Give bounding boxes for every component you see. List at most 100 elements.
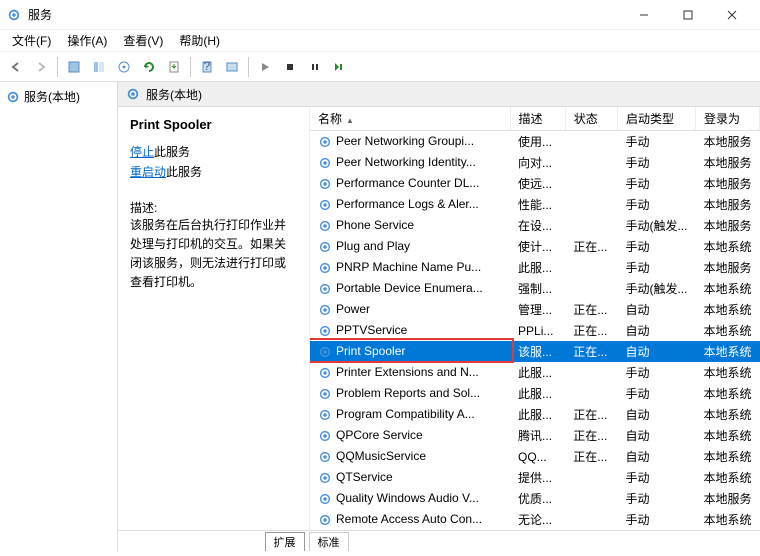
cell-name: Plug and Play <box>336 239 410 253</box>
cell-name: Power <box>336 302 370 316</box>
tab-standard[interactable]: 标准 <box>309 532 349 551</box>
cell-name: Phone Service <box>336 218 414 232</box>
table-row[interactable]: Peer Networking Groupi...使用...手动本地服务 <box>310 131 760 153</box>
column-name[interactable]: 名称▲ <box>310 107 510 131</box>
view-detail-button[interactable] <box>87 55 111 79</box>
cell-type: 手动(触发... <box>617 215 695 236</box>
forward-button[interactable] <box>29 55 53 79</box>
restart-link[interactable]: 重启动 <box>130 165 166 179</box>
cell-status: 正在... <box>565 446 617 467</box>
cell-desc: 性能... <box>510 194 565 215</box>
cell-logon: 本地服务 <box>695 152 759 173</box>
center-header: 服务(本地) <box>118 82 760 107</box>
table-row[interactable]: Plug and Play使计...正在...手动本地系统 <box>310 236 760 257</box>
cell-name: Portable Device Enumera... <box>336 281 483 295</box>
table-row[interactable]: PNRP Machine Name Pu...此服...手动本地服务 <box>310 257 760 278</box>
cell-type: 手动 <box>617 362 695 383</box>
tab-extended[interactable]: 扩展 <box>265 532 305 551</box>
cell-type: 手动 <box>617 257 695 278</box>
cell-name: Peer Networking Identity... <box>336 155 476 169</box>
table-row[interactable]: Quality Windows Audio V...优质...手动本地服务 <box>310 488 760 509</box>
service-list[interactable]: 名称▲ 描述 状态 启动类型 登录为 Peer Networking Group… <box>310 107 760 530</box>
table-row[interactable]: QPCore Service腾讯...正在...自动本地系统 <box>310 425 760 446</box>
menu-action[interactable]: 操作(A) <box>59 30 115 51</box>
back-button[interactable] <box>4 55 28 79</box>
description-label: 描述: <box>130 199 297 216</box>
refresh-button[interactable] <box>137 55 161 79</box>
center-pane: 服务(本地) Print Spooler 停止此服务 重启动此服务 描述: 该服… <box>118 82 760 552</box>
description-text: 该服务在后台执行打印作业并处理与打印机的交互。如果关闭该服务，则无法进行打印或查… <box>130 216 297 293</box>
column-desc[interactable]: 描述 <box>510 107 565 131</box>
cell-logon: 本地系统 <box>695 404 759 425</box>
cell-status <box>565 194 617 215</box>
cell-desc: QQ... <box>510 446 565 467</box>
cell-desc: 此服... <box>510 383 565 404</box>
cell-desc: 优质... <box>510 488 565 509</box>
cell-type: 自动 <box>617 320 695 341</box>
console-button[interactable] <box>220 55 244 79</box>
stop-button[interactable] <box>278 55 302 79</box>
cell-name: Remote Access Auto Con... <box>336 512 482 526</box>
export-button[interactable] <box>162 55 186 79</box>
cell-logon: 本地系统 <box>695 236 759 257</box>
cell-type: 手动 <box>617 194 695 215</box>
column-type[interactable]: 启动类型 <box>617 107 695 131</box>
table-row[interactable]: Peer Networking Identity...向对...手动本地服务 <box>310 152 760 173</box>
pause-button[interactable] <box>303 55 327 79</box>
svg-text:?: ? <box>204 60 211 73</box>
start-button[interactable] <box>253 55 277 79</box>
table-row[interactable]: PPTVServicePPLi...正在...自动本地系统 <box>310 320 760 341</box>
column-status[interactable]: 状态 <box>565 107 617 131</box>
cell-name: QPCore Service <box>336 428 423 442</box>
table-row[interactable]: Portable Device Enumera...强制...手动(触发...本… <box>310 278 760 299</box>
separator <box>248 57 249 77</box>
table-row[interactable]: QTService提供...手动本地系统 <box>310 467 760 488</box>
cell-type: 手动 <box>617 383 695 404</box>
cell-name: Performance Logs & Aler... <box>336 197 479 211</box>
cell-desc: 提供... <box>510 467 565 488</box>
service-actions: 停止此服务 重启动此服务 <box>130 142 297 183</box>
cell-status <box>565 488 617 509</box>
cell-logon: 本地系统 <box>695 320 759 341</box>
cell-type: 手动 <box>617 467 695 488</box>
cell-name: Printer Extensions and N... <box>336 365 479 379</box>
properties-button[interactable] <box>112 55 136 79</box>
cell-logon: 本地系统 <box>695 278 759 299</box>
table-row[interactable]: Phone Service在设...手动(触发...本地服务 <box>310 215 760 236</box>
column-logon[interactable]: 登录为 <box>695 107 759 131</box>
help-button[interactable]: ? <box>195 55 219 79</box>
cell-logon: 本地服务 <box>695 488 759 509</box>
service-name: Print Spooler <box>130 117 297 132</box>
table-row[interactable]: Program Compatibility A...此服...正在...自动本地… <box>310 404 760 425</box>
maximize-button[interactable] <box>666 0 710 29</box>
gear-icon <box>126 87 140 101</box>
menu-help[interactable]: 帮助(H) <box>171 30 228 51</box>
table-row[interactable]: QQMusicServiceQQ...正在...自动本地系统 <box>310 446 760 467</box>
cell-logon: 本地服务 <box>695 131 759 153</box>
cell-logon: 本地服务 <box>695 215 759 236</box>
cell-desc: 腾讯... <box>510 425 565 446</box>
table-row[interactable]: Problem Reports and Sol...此服...手动本地系统 <box>310 383 760 404</box>
view-large-button[interactable] <box>62 55 86 79</box>
tree-item-services-local[interactable]: 服务(本地) <box>2 86 115 107</box>
minimize-button[interactable] <box>622 0 666 29</box>
menu-file[interactable]: 文件(F) <box>4 30 59 51</box>
cell-desc: 管理... <box>510 299 565 320</box>
stop-link[interactable]: 停止 <box>130 145 154 159</box>
center-body: Print Spooler 停止此服务 重启动此服务 描述: 该服务在后台执行打… <box>118 107 760 530</box>
cell-type: 手动(触发... <box>617 278 695 299</box>
menu-view[interactable]: 查看(V) <box>115 30 171 51</box>
table-row[interactable]: Printer Extensions and N...此服...手动本地系统 <box>310 362 760 383</box>
cell-desc: 无论... <box>510 509 565 530</box>
cell-type: 手动 <box>617 236 695 257</box>
cell-type: 手动 <box>617 131 695 153</box>
cell-logon: 本地系统 <box>695 425 759 446</box>
table-row[interactable]: Print Spooler该服...正在...自动本地系统 <box>310 341 760 362</box>
table-row[interactable]: Remote Access Auto Con...无论...手动本地系统 <box>310 509 760 530</box>
table-row[interactable]: Performance Logs & Aler...性能...手动本地服务 <box>310 194 760 215</box>
table-row[interactable]: Performance Counter DL...使远...手动本地服务 <box>310 173 760 194</box>
table-row[interactable]: Power管理...正在...自动本地系统 <box>310 299 760 320</box>
restart-button[interactable] <box>328 55 352 79</box>
cell-name: Print Spooler <box>336 344 405 358</box>
close-button[interactable] <box>710 0 754 29</box>
